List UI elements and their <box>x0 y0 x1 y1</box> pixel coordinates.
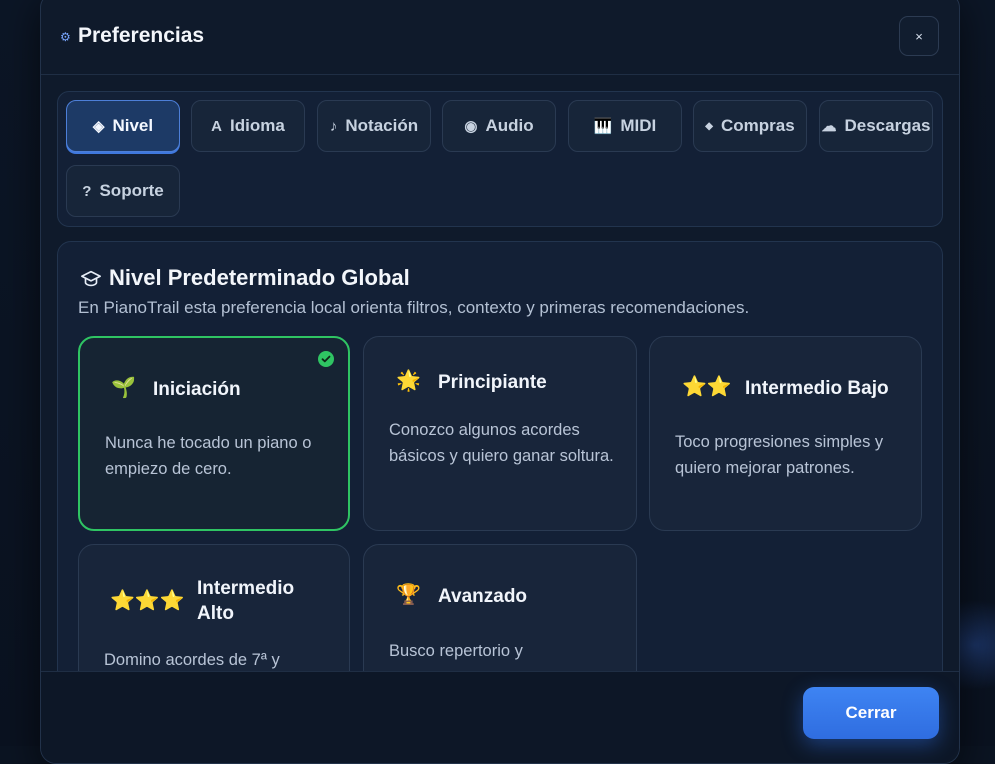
level-card-iniciacion[interactable]: 🌱 Iniciación Nunca he tocado un piano o … <box>78 336 350 531</box>
piano-keys-icon: 🎹 <box>593 118 613 135</box>
two-stars-icon: ⭐⭐ <box>682 376 732 398</box>
tab-label: Notación <box>345 116 419 135</box>
tab-label: Compras <box>721 116 795 135</box>
cloud-icon: ☁ <box>821 118 837 135</box>
check-circle-icon <box>318 351 334 367</box>
tab-descargas[interactable]: ☁ Descargas <box>819 100 933 152</box>
graduation-cap-icon <box>81 270 101 287</box>
language-icon: A <box>211 117 223 135</box>
tab-compras[interactable]: ◆ Compras <box>693 100 807 152</box>
level-description: Toco progresiones simples y quiero mejor… <box>675 433 884 477</box>
diamond-small-icon: ◆ <box>705 120 713 132</box>
tab-label: Idioma <box>230 116 285 135</box>
music-note-icon: ♪ <box>329 117 338 135</box>
seedling-icon: 🌱 <box>111 377 136 399</box>
level-section: Nivel Predeterminado Global En PianoTrai… <box>57 241 943 703</box>
tab-label: Soporte <box>99 181 164 200</box>
level-name: Iniciación <box>153 379 241 400</box>
dialog-title: Preferencias <box>78 24 205 47</box>
trophy-icon: 🏆 <box>396 584 421 606</box>
preferences-dialog: ⚙ Preferencias × ◈ Nivel A Idioma ♪ Nota… <box>40 0 960 764</box>
tab-label: Audio <box>485 116 534 135</box>
tab-idioma[interactable]: A Idioma <box>191 100 305 152</box>
level-name: Intermedio Alto <box>197 578 295 624</box>
gear-icon: ⚙ <box>60 30 71 44</box>
level-description: Conozco algunos acordes básicos y quiero… <box>389 421 614 465</box>
level-description: Nunca he tocado un piano o empiezo de ce… <box>105 434 312 478</box>
tab-nivel[interactable]: ◈ Nivel <box>66 100 180 152</box>
close-button[interactable]: Cerrar <box>803 687 939 739</box>
tab-midi[interactable]: 🎹 MIDI <box>568 100 682 152</box>
question-icon: ? <box>82 182 92 200</box>
diamond-icon: ◈ <box>92 118 105 135</box>
section-description: En PianoTrail esta preferencia local ori… <box>78 298 750 317</box>
tab-soporte[interactable]: ? Soporte <box>66 165 180 217</box>
dialog-footer: Cerrar <box>41 671 959 763</box>
three-stars-icon: ⭐⭐⭐ <box>110 590 185 612</box>
tab-label: Nivel <box>112 116 154 135</box>
level-description: Domino acordes de 7ª y <box>104 651 280 669</box>
level-name: Avanzado <box>438 586 528 607</box>
level-card-principiante[interactable]: 🌟 Principiante Conozco algunos acordes b… <box>363 336 637 531</box>
section-title: Nivel Predeterminado Global <box>109 265 410 290</box>
glowing-star-icon: 🌟 <box>396 370 421 392</box>
dialog-header: ⚙ Preferencias × <box>41 0 959 75</box>
tab-audio[interactable]: ◉ Audio <box>442 100 556 152</box>
tabs-panel: ◈ Nivel A Idioma ♪ Notación ◉ Audio 🎹 MI… <box>57 91 943 227</box>
level-card-intermedio-bajo[interactable]: ⭐⭐ Intermedio Bajo Toco progresiones sim… <box>649 336 922 531</box>
tab-label: Descargas <box>844 116 931 135</box>
level-name: Principiante <box>438 372 547 393</box>
level-description: Busco repertorio y <box>389 642 523 660</box>
tab-label: MIDI <box>620 116 657 135</box>
radio-icon: ◉ <box>464 118 478 135</box>
close-icon-button[interactable]: × <box>899 16 939 56</box>
tab-notacion[interactable]: ♪ Notación <box>317 100 431 152</box>
level-name: Intermedio Bajo <box>745 378 889 399</box>
